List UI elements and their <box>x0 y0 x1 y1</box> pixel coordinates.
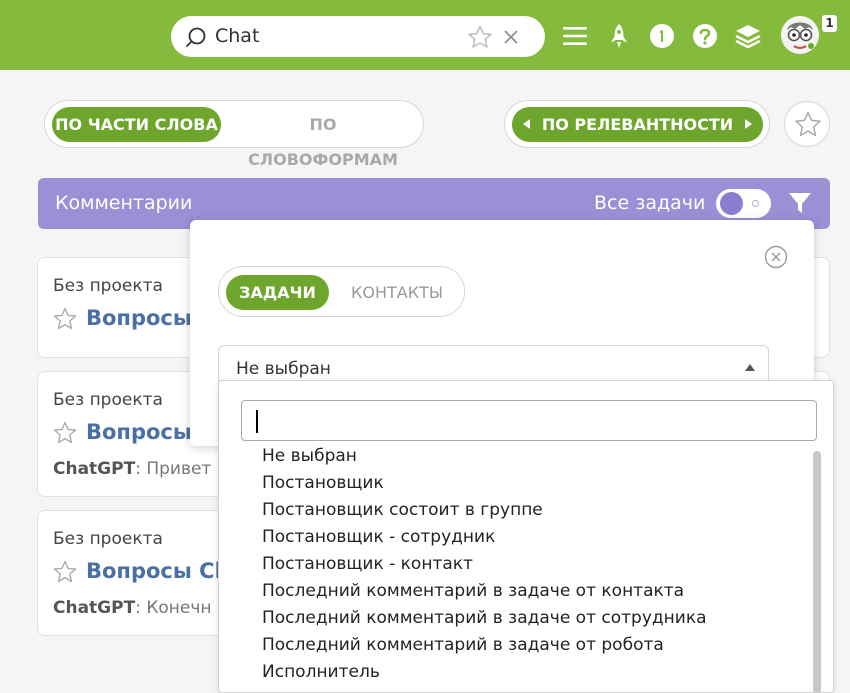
help-icon[interactable] <box>692 23 718 49</box>
card-title[interactable]: Вопросы <box>86 306 192 330</box>
card-author: ChatGPT <box>53 598 136 618</box>
card-author: ChatGPT <box>53 459 136 479</box>
filter-type-switch: ЗАДАЧИ КОНТАКТЫ <box>218 266 465 317</box>
global-search[interactable]: Chat <box>171 16 545 57</box>
dropdown-option[interactable]: Постановщик <box>219 470 819 497</box>
dropdown-option[interactable]: Последний комментарий в задаче от сотруд… <box>219 605 819 632</box>
dropdown-option[interactable]: Постановщик - сотрудник <box>219 524 819 551</box>
card-text: : Конечн <box>135 598 212 618</box>
sort-relevance-button[interactable]: ПО РЕЛЕВАНТНОСТИ <box>512 107 763 142</box>
close-icon[interactable] <box>764 245 788 269</box>
mode-partial-word[interactable]: ПО ЧАСТИ СЛОВА <box>52 107 221 142</box>
card-snippet: ChatGPT: Привет <box>53 459 211 479</box>
card-text: : Привет <box>135 459 212 479</box>
search-mode-switch: ПО ЧАСТИ СЛОВА ПО СЛОВОФОРМАМ <box>44 100 424 169</box>
star-icon[interactable] <box>53 421 77 444</box>
mode-word-forms[interactable]: ПО СЛОВОФОРМАМ <box>235 107 411 169</box>
card-project: Без проекта <box>53 529 163 549</box>
sort-switch: ПО РЕЛЕВАНТНОСТИ <box>504 100 770 148</box>
toggle-off-indicator <box>752 200 759 207</box>
section-title: Комментарии <box>55 192 193 214</box>
timer-icon[interactable] <box>649 23 675 49</box>
search-input[interactable]: Chat <box>215 25 259 47</box>
dropdown-option[interactable]: Не выбран <box>219 443 819 470</box>
layers-icon[interactable] <box>735 23 761 49</box>
card-title[interactable]: Вопросы <box>86 420 192 444</box>
tab-tasks[interactable]: ЗАДАЧИ <box>226 275 329 310</box>
chevron-right-icon[interactable] <box>744 119 752 129</box>
select-value: Не выбран <box>236 359 331 379</box>
star-icon[interactable] <box>53 560 77 583</box>
sort-label: ПО РЕЛЕВАНТНОСТИ <box>541 115 734 134</box>
top-bar: Chat 1 <box>0 0 850 70</box>
filter-field-select[interactable]: Не выбран <box>218 345 769 385</box>
dropdown-option[interactable]: Постановщик состоит в группе <box>219 497 819 524</box>
menu-icon[interactable] <box>562 23 588 49</box>
dropdown-option[interactable]: Последний комментарий в задаче от контак… <box>219 578 819 605</box>
search-icon <box>186 27 206 47</box>
chevron-left-icon[interactable] <box>523 119 531 129</box>
dropdown-option[interactable]: Последний комментарий в задаче от робота <box>219 632 819 659</box>
all-tasks-label: Все задачи <box>594 192 706 214</box>
card-title[interactable]: Вопросы Ch <box>86 559 230 583</box>
filter-icon[interactable] <box>788 191 812 215</box>
dropdown-option[interactable]: Постановщик - контакт <box>219 551 819 578</box>
all-tasks-toggle[interactable] <box>716 189 771 218</box>
card-snippet: ChatGPT: Конечн <box>53 598 212 618</box>
star-icon[interactable] <box>467 25 493 49</box>
star-icon[interactable] <box>53 307 77 330</box>
text-cursor <box>256 410 258 433</box>
dropdown-options: Не выбран Постановщик Постановщик состои… <box>219 443 819 686</box>
rocket-icon[interactable] <box>606 23 632 49</box>
avatar[interactable] <box>781 16 819 54</box>
tab-contacts[interactable]: КОНТАКТЫ <box>337 275 457 310</box>
caret-up-icon <box>745 364 755 371</box>
close-icon[interactable] <box>502 28 520 46</box>
star-icon <box>795 111 821 137</box>
notification-badge[interactable]: 1 <box>822 15 837 32</box>
card-project: Без проекта <box>53 390 163 410</box>
toggle-knob <box>720 192 743 215</box>
card-project: Без проекта <box>53 276 163 296</box>
dropdown-search-input[interactable] <box>241 400 817 441</box>
select-dropdown: Не выбран Постановщик Постановщик состои… <box>218 380 834 693</box>
dropdown-scrollbar[interactable] <box>813 451 821 692</box>
favorites-button[interactable] <box>784 101 830 147</box>
avatar-icon <box>781 16 819 54</box>
dropdown-option[interactable]: Исполнитель <box>219 659 819 686</box>
